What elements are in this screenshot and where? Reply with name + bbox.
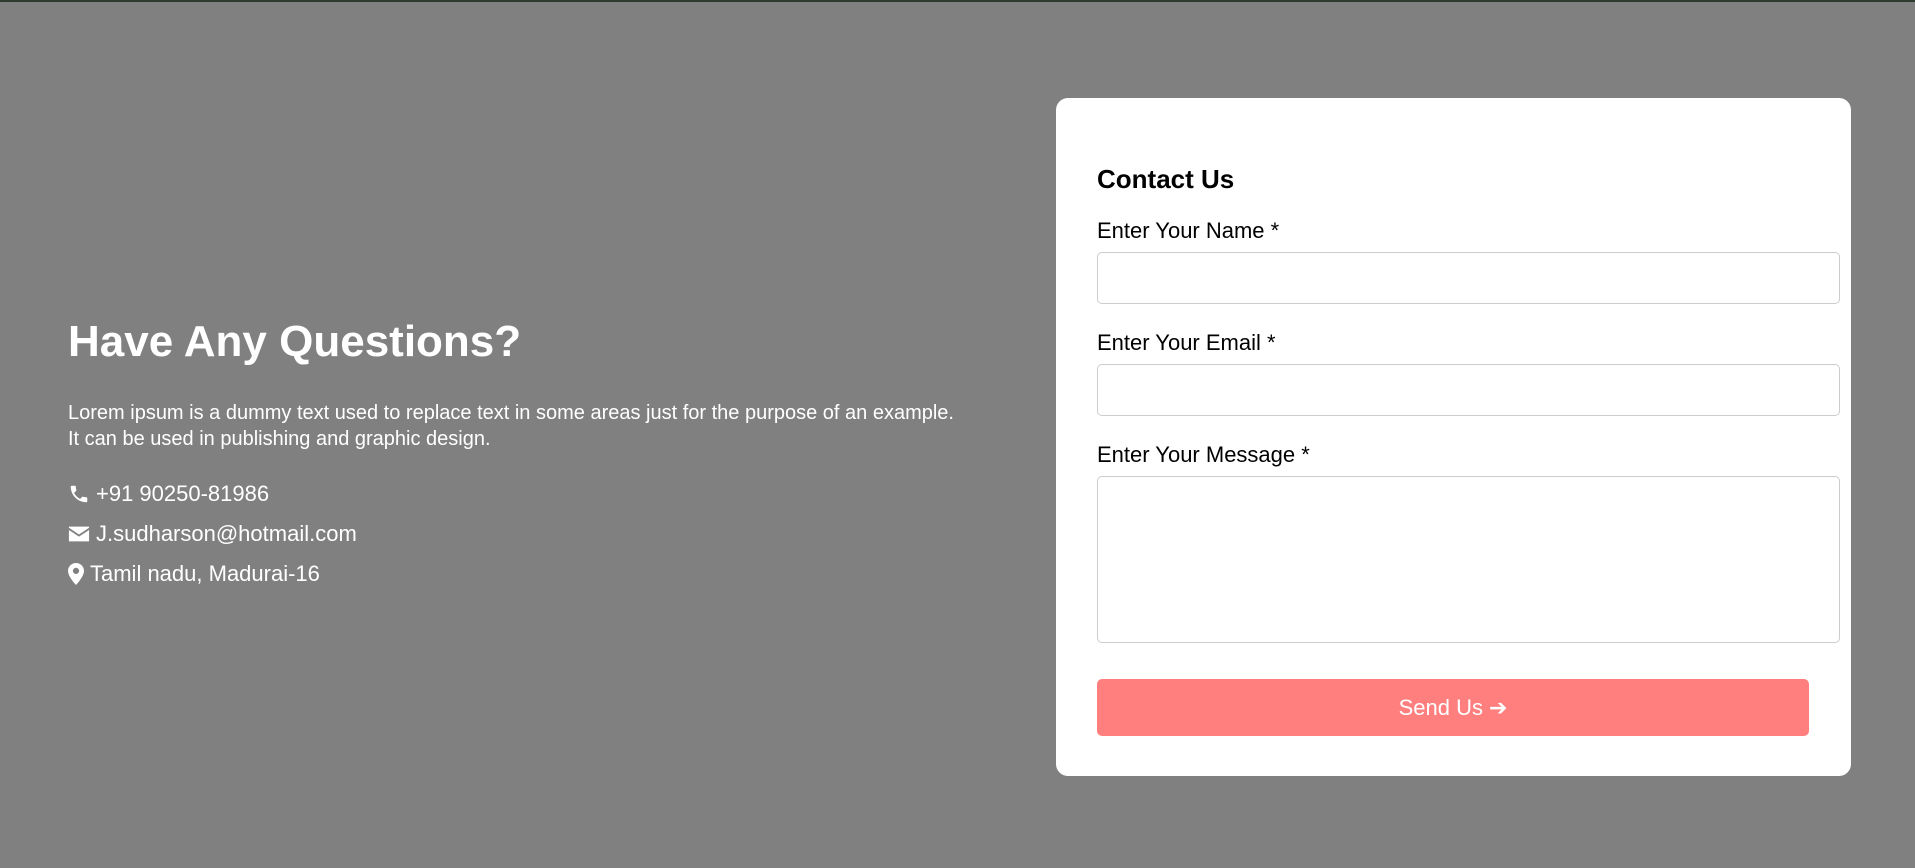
intro-description: Lorem ipsum is a dummy text used to repl… bbox=[68, 402, 954, 450]
page-title: Have Any Questions? bbox=[68, 317, 522, 366]
send-button[interactable]: Send Us ➔ bbox=[1097, 679, 1809, 736]
address-text: Tamil nadu, Madurai-16 bbox=[90, 561, 320, 586]
email-input[interactable] bbox=[1097, 364, 1840, 416]
email-address: J.sudharson@hotmail.com bbox=[96, 521, 357, 546]
message-label: Enter Your Message * bbox=[1097, 442, 1310, 467]
name-label: Enter Your Name * bbox=[1097, 218, 1280, 243]
send-button-label: Send Us bbox=[1398, 694, 1483, 720]
map-marker-icon bbox=[68, 563, 84, 585]
arrow-right-icon: ➔ bbox=[1488, 694, 1508, 720]
name-input[interactable] bbox=[1097, 252, 1840, 304]
email-label: Enter Your Email * bbox=[1097, 330, 1276, 355]
envelope-icon bbox=[68, 525, 90, 543]
phone-info: +91 90250-81986 bbox=[68, 480, 968, 508]
form-title: Contact Us bbox=[1097, 164, 1235, 194]
phone-number: +91 90250-81986 bbox=[96, 481, 270, 506]
contact-form-card: Contact Us Enter Your Name * Enter Your … bbox=[1056, 98, 1851, 776]
intro-section: Have Any Questions? Lorem ipsum is a dum… bbox=[68, 316, 968, 600]
phone-icon bbox=[68, 483, 90, 505]
address-info: Tamil nadu, Madurai-16 bbox=[68, 560, 968, 588]
message-textarea[interactable] bbox=[1097, 476, 1840, 643]
email-info: J.sudharson@hotmail.com bbox=[68, 520, 968, 548]
